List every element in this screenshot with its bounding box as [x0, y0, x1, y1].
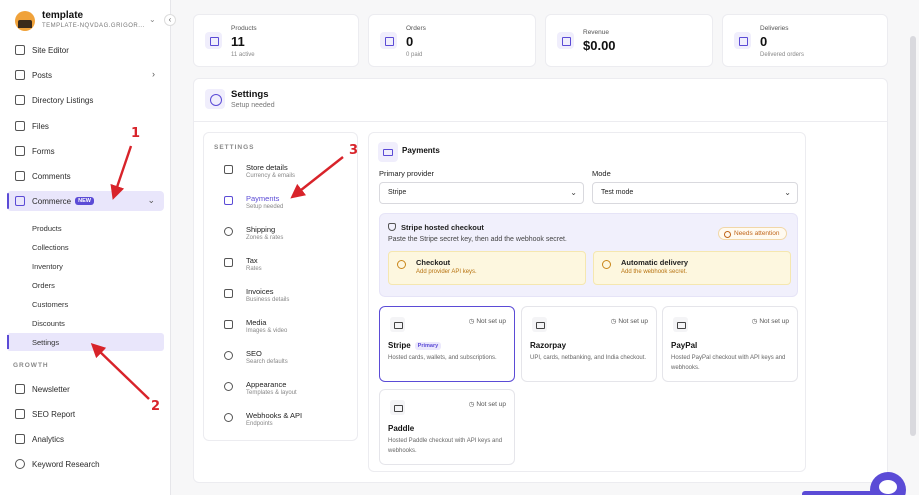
annotation-arrow-1 [110, 145, 133, 200]
annotation-label-2: 2 [151, 399, 161, 414]
annotation-label-1: 1 [131, 126, 141, 141]
annotation-arrow-2 [90, 343, 150, 400]
annotation-label-3: 3 [349, 143, 359, 158]
annotation-arrow-3 [290, 156, 344, 199]
annotation-arrows [90, 145, 344, 400]
collapse-sidebar-button[interactable]: ‹ [164, 14, 176, 26]
